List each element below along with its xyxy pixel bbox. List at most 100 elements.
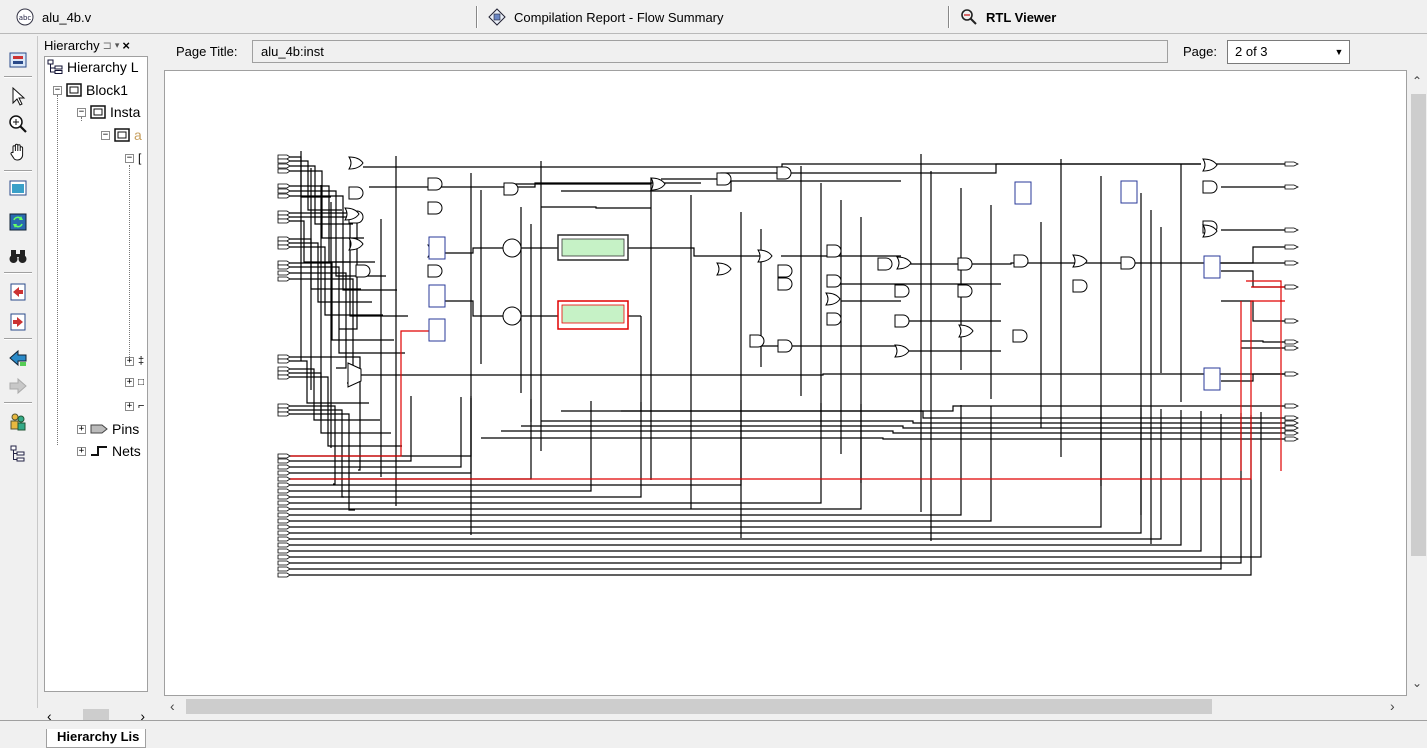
and-gate[interactable] <box>355 264 371 278</box>
latch-block[interactable] <box>1014 181 1032 205</box>
tree-node-collapsed[interactable]: + □ <box>125 377 144 388</box>
find-button[interactable] <box>4 242 32 270</box>
input-pin[interactable] <box>277 183 291 189</box>
collapse-toggle[interactable]: − <box>77 107 86 117</box>
zoom-tool-button[interactable] <box>4 110 32 138</box>
canvas-horizontal-scrollbar[interactable]: ‹ › <box>164 696 1407 716</box>
dropdown-arrow-icon[interactable]: ▾ <box>115 40 120 51</box>
input-pin[interactable] <box>277 188 291 194</box>
output-pin[interactable] <box>1284 260 1299 266</box>
and-gate[interactable] <box>1013 254 1029 268</box>
seven-seg-inner[interactable] <box>561 304 625 324</box>
collapse-toggle[interactable]: − <box>53 85 62 95</box>
or-gate[interactable] <box>958 324 974 338</box>
input-pin[interactable] <box>277 500 291 506</box>
or-gate[interactable] <box>757 249 773 263</box>
schematic-canvas[interactable] <box>164 70 1407 696</box>
divider-operator[interactable] <box>502 306 522 326</box>
output-pin[interactable] <box>1284 371 1299 377</box>
and-gate[interactable] <box>894 314 910 328</box>
input-pin[interactable] <box>277 366 291 372</box>
input-pin[interactable] <box>277 524 291 530</box>
and-gate[interactable] <box>826 244 842 258</box>
output-pin[interactable] <box>1284 184 1299 190</box>
and-gate[interactable] <box>716 172 732 186</box>
latch-block[interactable] <box>1120 180 1138 204</box>
and-gate[interactable] <box>427 177 443 191</box>
and-gate[interactable] <box>894 284 910 298</box>
collapse-toggle[interactable]: − <box>101 130 110 140</box>
input-pin[interactable] <box>277 560 291 566</box>
and-gate[interactable] <box>826 274 842 288</box>
input-pin[interactable] <box>277 358 291 364</box>
input-pin[interactable] <box>277 236 291 242</box>
and-gate[interactable] <box>957 284 973 298</box>
output-pin[interactable] <box>1284 227 1299 233</box>
and-gate[interactable] <box>877 257 893 271</box>
horizontal-scroll-thumb[interactable] <box>186 699 1212 714</box>
input-pin[interactable] <box>277 407 291 413</box>
output-pin[interactable] <box>1284 415 1299 421</box>
or-gate[interactable] <box>348 156 364 170</box>
input-pin[interactable] <box>277 518 291 524</box>
and-gate[interactable] <box>749 334 765 348</box>
and-gate[interactable] <box>957 257 973 271</box>
or-gate[interactable] <box>1202 158 1218 172</box>
output-pin[interactable] <box>1284 420 1299 426</box>
input-pin[interactable] <box>277 411 291 417</box>
output-pin[interactable] <box>1284 318 1299 324</box>
expand-toggle[interactable]: + <box>125 356 134 366</box>
latch-block[interactable] <box>428 284 446 308</box>
chevron-down-icon[interactable]: ▼ <box>1330 42 1348 62</box>
tree-root[interactable]: Hierarchy L <box>47 59 139 75</box>
output-pin[interactable] <box>1284 425 1299 431</box>
output-pin[interactable] <box>1284 284 1299 290</box>
and-gate[interactable] <box>777 339 793 353</box>
latch-block[interactable] <box>1203 367 1221 391</box>
latch-block[interactable] <box>428 318 446 342</box>
tree-node-collapsed[interactable]: + ⌐ <box>125 400 144 412</box>
expand-toggle[interactable]: + <box>125 378 134 387</box>
input-pin[interactable] <box>277 374 291 380</box>
input-pin[interactable] <box>277 276 291 282</box>
output-pin[interactable] <box>1284 244 1299 250</box>
input-pin[interactable] <box>277 370 291 376</box>
output-pin[interactable] <box>1284 430 1299 436</box>
expand-toggle[interactable]: + <box>125 401 134 411</box>
and-gate[interactable] <box>348 186 364 200</box>
and-gate[interactable] <box>503 182 519 196</box>
and-gate[interactable] <box>826 312 842 326</box>
collapse-toggle[interactable]: − <box>125 153 134 163</box>
pin-icon[interactable]: ⊐ <box>103 39 112 52</box>
input-pin[interactable] <box>277 403 291 409</box>
refresh-button[interactable] <box>4 208 32 236</box>
input-pin[interactable] <box>277 476 291 482</box>
hierarchy-up-button[interactable] <box>4 46 32 74</box>
input-pin[interactable] <box>277 168 291 174</box>
input-pin[interactable] <box>277 163 291 169</box>
input-pin[interactable] <box>277 566 291 572</box>
input-pin[interactable] <box>277 470 291 476</box>
output-pin[interactable] <box>1284 161 1299 167</box>
hierarchy-list-button[interactable] <box>4 440 32 468</box>
tree-node-pins[interactable]: + Pins <box>77 421 139 437</box>
tree-node-instance-child[interactable]: − a <box>101 127 142 143</box>
input-pin[interactable] <box>277 536 291 542</box>
input-pin[interactable] <box>277 244 291 250</box>
and-gate[interactable] <box>777 264 793 278</box>
seven-seg-inner[interactable] <box>561 238 625 257</box>
netlist-navigator-button[interactable] <box>4 408 32 436</box>
output-pin[interactable] <box>1284 403 1299 409</box>
input-pin[interactable] <box>277 572 291 578</box>
tree-node-collapsed[interactable]: + ‡ <box>125 355 144 367</box>
or-gate[interactable] <box>896 256 912 270</box>
tree-node-instances[interactable]: − Insta <box>77 104 140 120</box>
input-pin[interactable] <box>277 193 291 199</box>
input-pin[interactable] <box>277 214 291 220</box>
tab-hierarchy-list[interactable]: Hierarchy Lis <box>46 728 146 748</box>
expand-toggle[interactable]: + <box>77 424 86 434</box>
back-button[interactable] <box>4 278 32 306</box>
and-gate[interactable] <box>777 277 793 291</box>
input-pin[interactable] <box>277 542 291 548</box>
rtl-schematic[interactable] <box>165 71 1407 696</box>
